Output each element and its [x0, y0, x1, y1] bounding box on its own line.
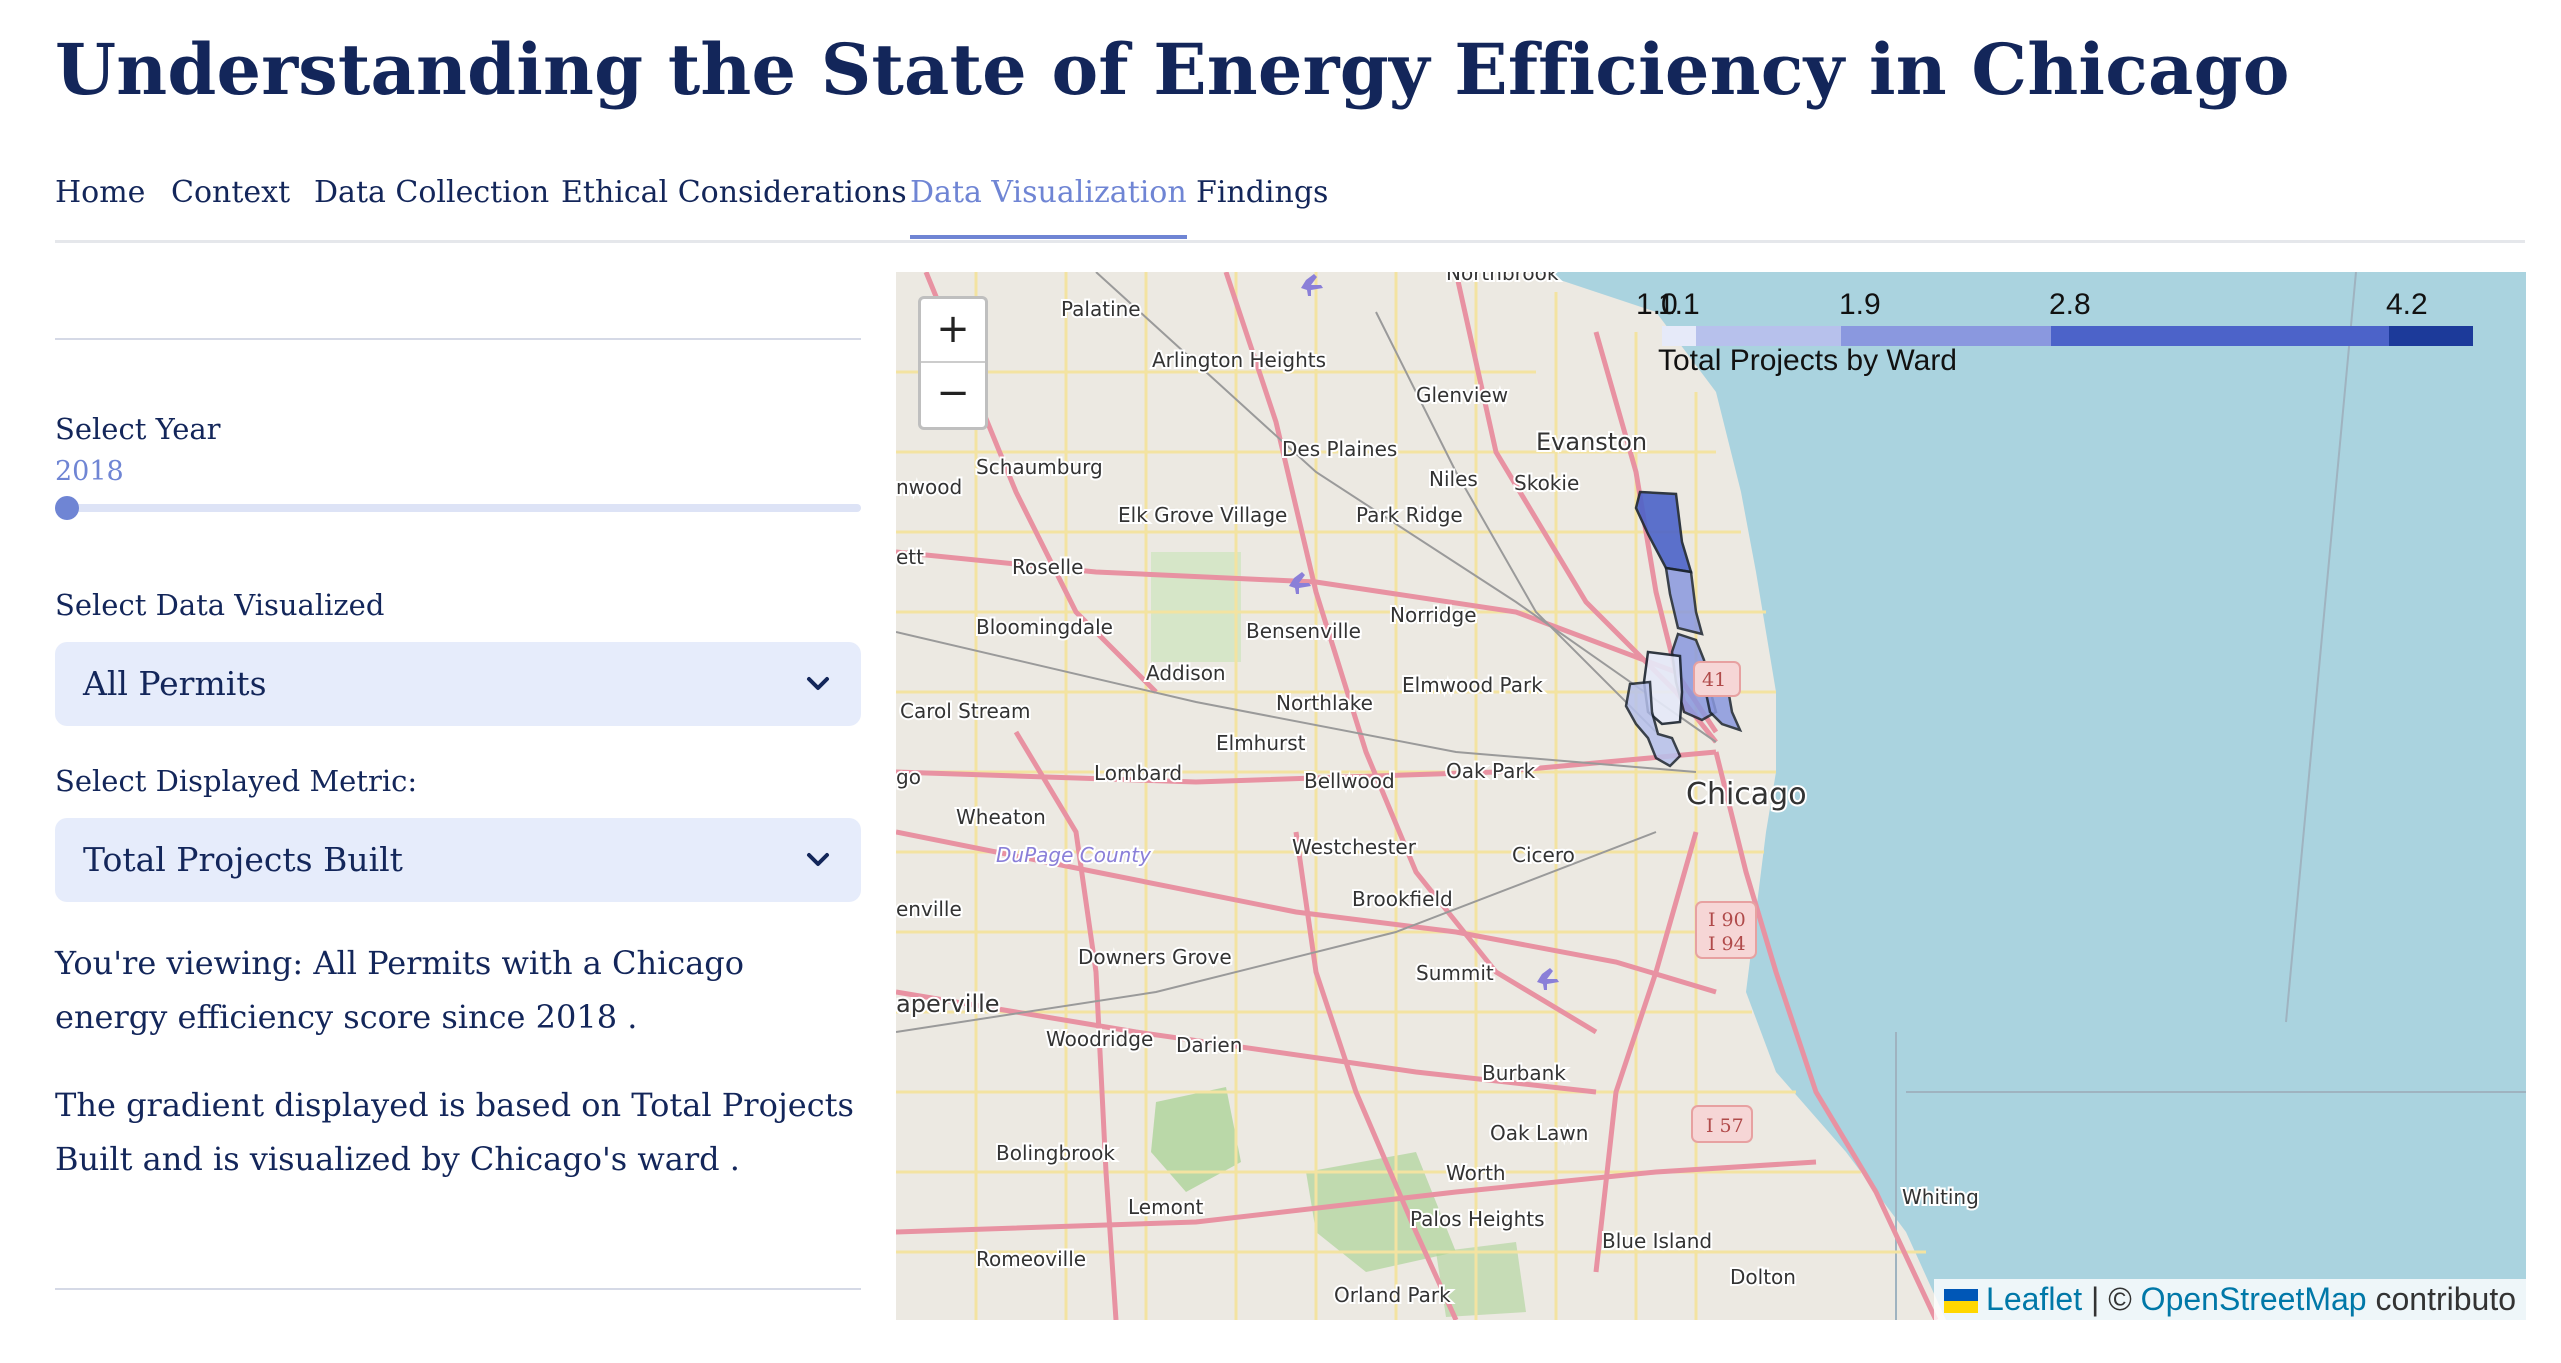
- nav-ethical-considerations[interactable]: Ethical Considerations: [561, 170, 907, 240]
- chevron-down-icon: [807, 853, 829, 866]
- label-enville: enville: [896, 897, 962, 921]
- label-cicero: Cicero: [1512, 843, 1575, 867]
- year-slider-thumb[interactable]: [55, 496, 79, 520]
- label-dupage-county: DuPage County: [996, 843, 1152, 867]
- chevron-down-icon: [807, 677, 829, 690]
- label-ett: ett: [896, 545, 924, 569]
- label-romeoville: Romeoville: [976, 1247, 1086, 1271]
- label-elmwood-park: Elmwood Park: [1402, 673, 1543, 697]
- legend-title: Total Projects by Ward: [1658, 344, 1957, 377]
- ward-map[interactable]: Northbrook Palatine Arlington Heights Gl…: [896, 272, 2526, 1320]
- attribution-separator: | ©: [2082, 1281, 2141, 1317]
- legend-tick-3: 1.9: [1839, 288, 1881, 321]
- data-visualized-select[interactable]: All Permits: [55, 642, 861, 726]
- nav-data-visualization[interactable]: Data Visualization: [910, 170, 1187, 239]
- label-westchester: Westchester: [1292, 835, 1417, 859]
- label-roselle: Roselle: [1012, 555, 1083, 579]
- label-lombard: Lombard: [1094, 761, 1182, 785]
- attribution-contributors: contributo: [2366, 1281, 2516, 1317]
- openstreetmap-link[interactable]: OpenStreetMap: [2141, 1281, 2367, 1317]
- legend-tick-max: 4.2: [2386, 288, 2428, 321]
- label-arlington-heights: Arlington Heights: [1152, 348, 1326, 372]
- label-whiting: Whiting: [1902, 1185, 1979, 1209]
- label-darien: Darien: [1176, 1033, 1242, 1057]
- label-evanston: Evanston: [1536, 428, 1647, 456]
- label-bensenville: Bensenville: [1246, 619, 1361, 643]
- label-elmhurst: Elmhurst: [1216, 731, 1306, 755]
- page-title: Understanding the State of Energy Effici…: [55, 28, 2290, 111]
- data-visualized-label: Select Data Visualized: [55, 588, 385, 622]
- label-niles: Niles: [1429, 467, 1478, 491]
- label-worth: Worth: [1446, 1161, 1506, 1185]
- label-brookfield: Brookfield: [1352, 887, 1453, 911]
- map-attribution: Leaflet | © OpenStreetMap contributo: [1934, 1279, 2526, 1320]
- label-blue-island: Blue Island: [1602, 1229, 1712, 1253]
- label-wheaton: Wheaton: [956, 805, 1046, 829]
- shield-label-i90: I 90: [1708, 909, 1746, 931]
- label-northbrook: Northbrook: [1446, 272, 1559, 285]
- label-glenview: Glenview: [1416, 383, 1508, 407]
- data-visualized-value: All Permits: [83, 664, 267, 703]
- label-aperville: aperville: [896, 990, 1000, 1018]
- year-label: Select Year: [55, 412, 221, 446]
- label-nwood: nwood: [896, 475, 962, 499]
- label-skokie: Skokie: [1514, 471, 1579, 495]
- shield-label-i94: I 94: [1708, 933, 1746, 955]
- label-dolton: Dolton: [1730, 1265, 1796, 1289]
- label-palos-heights: Palos Heights: [1410, 1207, 1545, 1231]
- label-schaumburg: Schaumburg: [976, 455, 1103, 479]
- nav-home[interactable]: Home: [55, 170, 145, 240]
- nav-findings[interactable]: Findings: [1196, 170, 1328, 240]
- label-orland-park: Orland Park: [1334, 1283, 1451, 1307]
- gradient-summary: The gradient displayed is based on Total…: [55, 1086, 854, 1178]
- leaflet-link[interactable]: Leaflet: [1986, 1281, 2082, 1317]
- nav-data-collection[interactable]: Data Collection: [314, 170, 549, 240]
- legend-tick-2: 1.1: [1658, 288, 1700, 321]
- main-nav: Home Context Data Collection Ethical Con…: [55, 170, 2525, 243]
- ukraine-flag-icon: [1944, 1289, 1979, 1313]
- label-downers-grove: Downers Grove: [1078, 945, 1232, 969]
- viewing-summary: You're viewing: All Permits with a Chica…: [55, 944, 745, 1036]
- label-addison: Addison: [1146, 661, 1226, 685]
- shield-label-41: 41: [1702, 669, 1726, 691]
- label-bellwood: Bellwood: [1304, 769, 1395, 793]
- label-carol-stream: Carol Stream: [900, 699, 1031, 723]
- displayed-metric-label: Select Displayed Metric:: [55, 764, 418, 798]
- label-park-ridge: Park Ridge: [1356, 503, 1463, 527]
- label-elk-grove-village: Elk Grove Village: [1118, 503, 1287, 527]
- label-chicago: Chicago: [1686, 777, 1807, 812]
- label-lemont: Lemont: [1128, 1195, 1203, 1219]
- map-tiles: Northbrook Palatine Arlington Heights Gl…: [896, 272, 2526, 1320]
- sidebar-divider-bottom: [55, 1288, 861, 1290]
- legend-tick-4: 2.8: [2049, 288, 2091, 321]
- zoom-control: + −: [918, 296, 988, 430]
- label-oak-lawn: Oak Lawn: [1490, 1121, 1588, 1145]
- label-northlake: Northlake: [1276, 691, 1373, 715]
- label-oak-park: Oak Park: [1446, 759, 1536, 783]
- shield-label-i57: I 57: [1706, 1115, 1744, 1137]
- label-go: go: [896, 765, 921, 789]
- label-summit: Summit: [1416, 961, 1494, 985]
- nav-context[interactable]: Context: [171, 170, 290, 240]
- displayed-metric-value: Total Projects Built: [83, 840, 403, 879]
- label-palatine: Palatine: [1061, 297, 1141, 321]
- label-bolingbrook: Bolingbrook: [996, 1141, 1115, 1165]
- label-woodridge: Woodridge: [1046, 1027, 1153, 1051]
- label-des-plaines: Des Plaines: [1282, 437, 1397, 461]
- label-bloomingdale: Bloomingdale: [976, 615, 1113, 639]
- zoom-in-button[interactable]: +: [921, 299, 985, 363]
- label-burbank: Burbank: [1482, 1061, 1566, 1085]
- zoom-out-button[interactable]: −: [921, 363, 985, 425]
- sidebar-divider-top: [55, 338, 861, 340]
- year-value: 2018: [55, 456, 124, 487]
- displayed-metric-select[interactable]: Total Projects Built: [55, 818, 861, 902]
- year-slider[interactable]: [55, 504, 861, 512]
- label-norridge: Norridge: [1390, 603, 1477, 627]
